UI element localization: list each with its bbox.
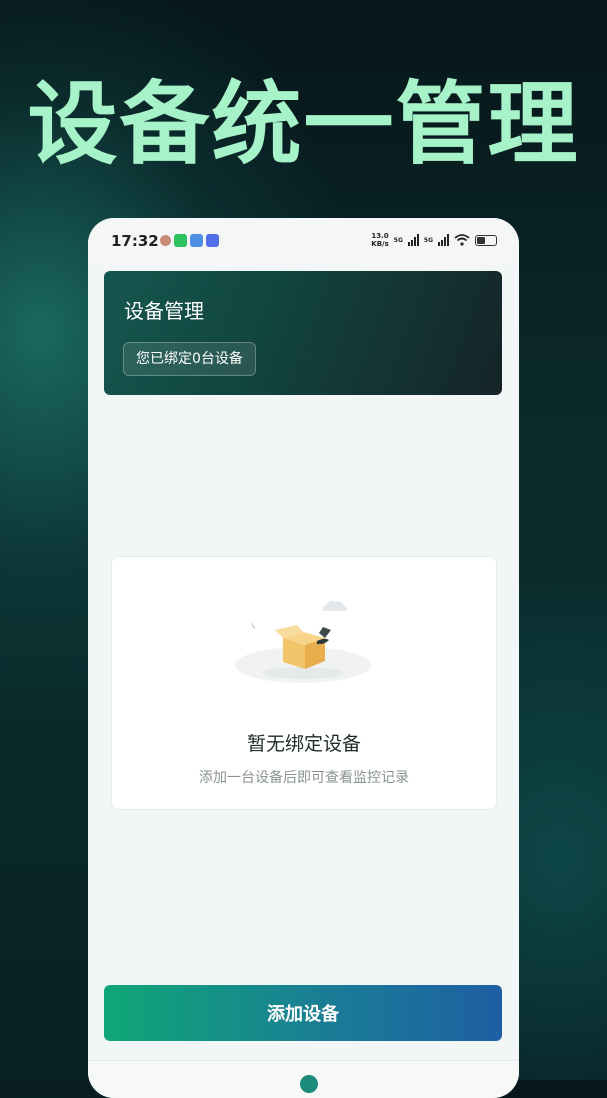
signal-icon-2 <box>438 234 449 246</box>
net-speed: 13.0 KB/s <box>371 232 388 248</box>
hero-title: 设备统一管理 <box>27 72 580 177</box>
phone-frame: 17:32 13.0 KB/s 5G 5G 设备管理 您已绑定0台设备 暂无绑定… <box>88 218 519 1098</box>
status-bar: 17:32 13.0 KB/s 5G 5G <box>88 218 519 266</box>
bound-count-badge: 您已绑定0台设备 <box>123 342 256 376</box>
nav-home-icon[interactable] <box>300 1075 318 1093</box>
status-time: 17:32 <box>111 232 159 250</box>
signal-icon <box>407 234 419 246</box>
app-icon-2 <box>206 234 219 247</box>
device-management-header: 设备管理 您已绑定0台设备 <box>104 271 502 395</box>
empty-state-subtitle: 添加一台设备后即可查看监控记录 <box>199 770 409 786</box>
empty-state-title: 暂无绑定设备 <box>246 733 361 755</box>
bottom-nav <box>88 1060 519 1098</box>
page-title: 设备管理 <box>124 299 204 323</box>
add-device-button[interactable]: 添加设备 <box>104 985 502 1041</box>
battery-icon <box>475 234 497 246</box>
sim1-label: 5G <box>393 236 403 244</box>
empty-box-icon <box>235 601 371 683</box>
status-right-group: 13.0 KB/s 5G 5G <box>371 232 497 248</box>
empty-state-card: 暂无绑定设备 添加一台设备后即可查看监控记录 <box>111 556 497 810</box>
sim2-label: 5G <box>423 236 433 244</box>
avatar-icon <box>160 235 171 246</box>
wechat-icon <box>174 234 187 247</box>
notification-icons <box>160 234 219 247</box>
net-speed-unit: KB/s <box>371 240 389 248</box>
wifi-icon <box>454 234 470 246</box>
net-speed-value: 13.0 <box>371 232 389 240</box>
app-icon <box>190 234 203 247</box>
